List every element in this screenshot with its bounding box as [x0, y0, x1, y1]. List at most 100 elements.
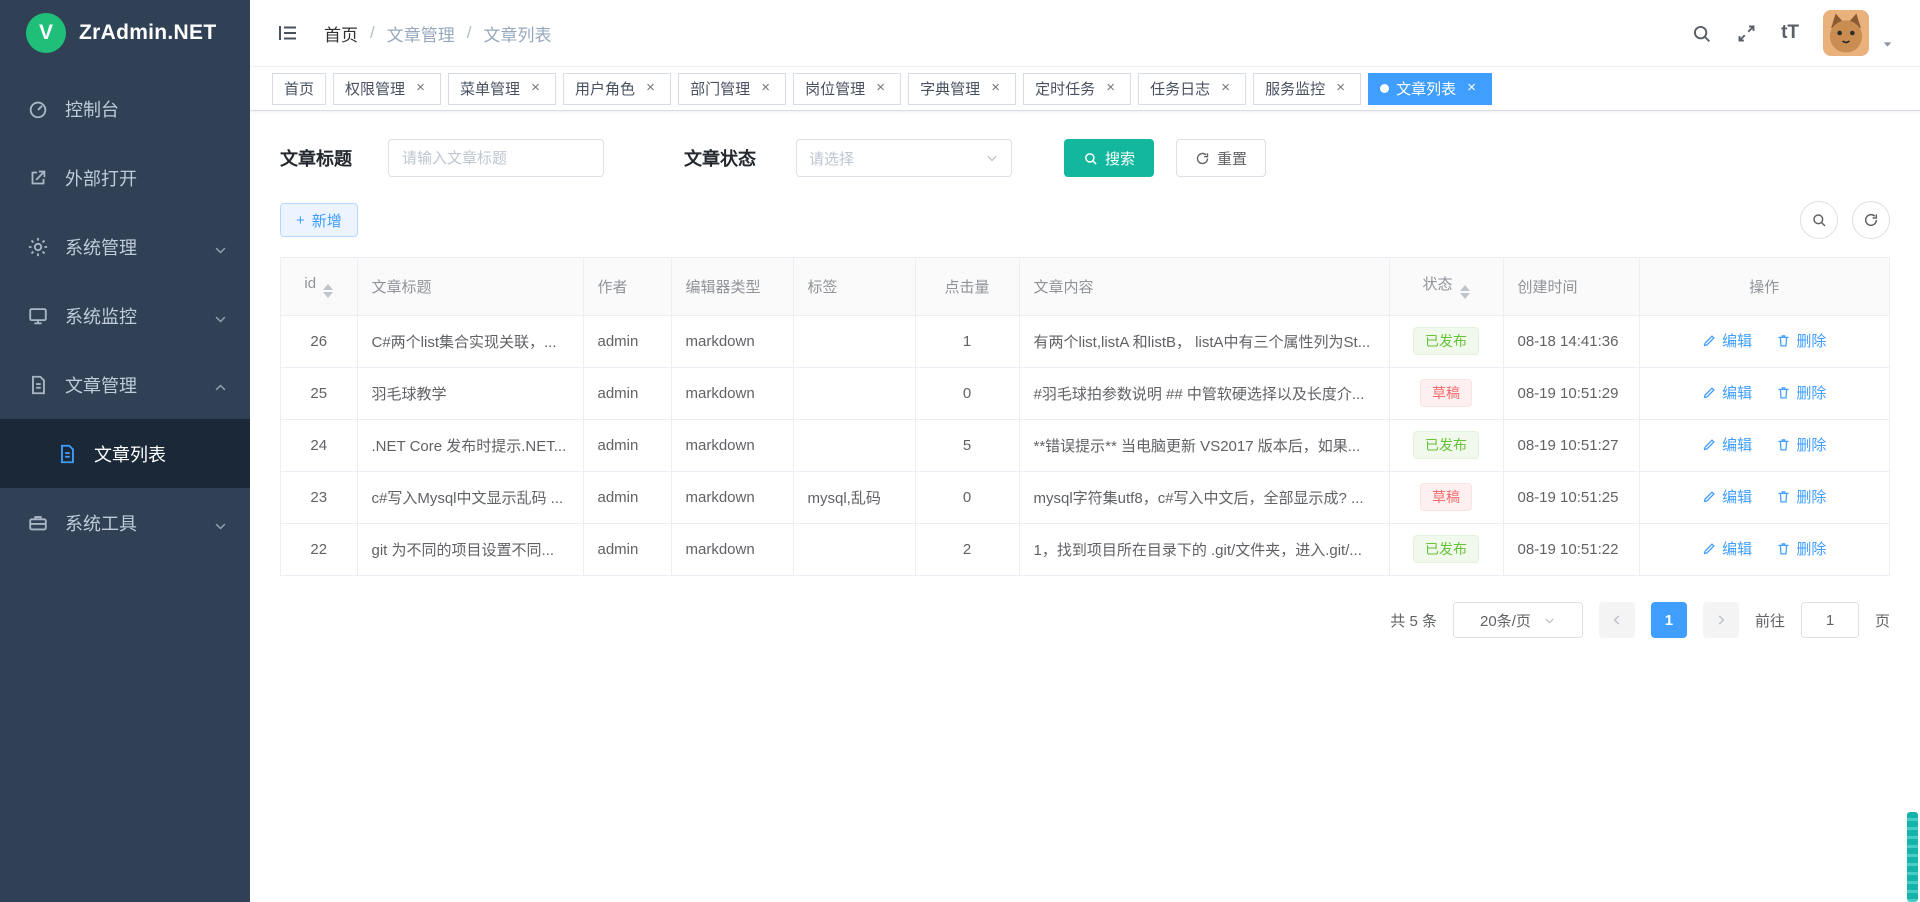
column-label: 操作 — [1749, 279, 1779, 296]
cell-title: .NET Core 发布时提示.NET... — [357, 419, 583, 471]
close-icon[interactable]: × — [757, 80, 774, 97]
close-icon[interactable]: × — [1332, 80, 1349, 97]
sidebar-item-dashboard[interactable]: 控制台 — [0, 74, 250, 143]
cell-title: 羽毛球教学 — [357, 367, 583, 419]
cell-author: admin — [583, 523, 671, 575]
status-badge: 已发布 — [1413, 327, 1479, 355]
scrollbar-thumb[interactable] — [1907, 812, 1918, 902]
cell-id: 23 — [281, 471, 357, 523]
cell-content: 有两个list,listA 和listB， listA中有三个属性列为St... — [1019, 315, 1389, 367]
column-label: 文章标题 — [372, 279, 432, 296]
cell-clicks: 2 — [915, 523, 1019, 575]
close-icon[interactable]: × — [872, 80, 889, 97]
fullscreen-icon[interactable] — [1736, 23, 1757, 44]
edit-button[interactable]: 编辑 — [1702, 434, 1752, 455]
sidebar-collapse-icon[interactable] — [276, 21, 300, 45]
cell-status: 草稿 — [1389, 367, 1503, 419]
search-button[interactable]: 搜索 — [1064, 139, 1154, 177]
page-size-select[interactable]: 20条/页 — [1453, 602, 1583, 638]
delete-button[interactable]: 删除 — [1776, 382, 1826, 403]
cell-id: 22 — [281, 523, 357, 575]
cell-tags — [793, 367, 915, 419]
sort-icon[interactable] — [323, 284, 333, 298]
edit-button[interactable]: 编辑 — [1702, 382, 1752, 403]
delete-button[interactable]: 删除 — [1776, 330, 1826, 351]
column-header-status[interactable]: 状态 — [1389, 258, 1503, 315]
column-label: 状态 — [1422, 276, 1452, 293]
delete-button[interactable]: 删除 — [1776, 486, 1826, 507]
tab-article-list[interactable]: 文章列表 × — [1368, 73, 1492, 105]
breadcrumb-item[interactable]: 文章管理 — [387, 21, 455, 46]
sidebar-item-external[interactable]: 外部打开 — [0, 143, 250, 212]
table-row[interactable]: 22 git 为不同的项目设置不同... admin markdown 2 1，… — [281, 523, 1889, 575]
next-page-button[interactable] — [1703, 602, 1739, 638]
filter-form: 文章标题 文章状态 请选择 搜索 重置 — [250, 111, 1920, 185]
tab-task-log[interactable]: 任务日志 × — [1138, 73, 1246, 105]
tab-dict-mgmt[interactable]: 字典管理 × — [908, 73, 1016, 105]
close-icon[interactable]: × — [1463, 80, 1480, 97]
close-icon[interactable]: × — [987, 80, 1004, 97]
add-button[interactable]: + 新增 — [280, 203, 358, 237]
article-title-label: 文章标题 — [280, 145, 352, 171]
tab-menu-mgmt[interactable]: 菜单管理 × — [448, 73, 556, 105]
close-icon[interactable]: × — [1102, 80, 1119, 97]
close-icon[interactable]: × — [642, 80, 659, 97]
goto-page-input[interactable] — [1801, 602, 1859, 638]
article-title-input[interactable] — [388, 139, 604, 177]
column-label: 编辑器类型 — [686, 279, 761, 296]
column-header-created: 创建时间 — [1503, 258, 1639, 315]
sidebar-item-label: 文章列表 — [94, 441, 166, 467]
edit-button[interactable]: 编辑 — [1702, 538, 1752, 559]
tab-permission-mgmt[interactable]: 权限管理 × — [333, 73, 441, 105]
sidebar-item-system-tools[interactable]: 系统工具 — [0, 488, 250, 557]
chevron-down-icon — [213, 515, 228, 530]
breadcrumb-item[interactable]: 首页 — [324, 21, 358, 46]
cell-title: c#写入Mysql中文显示乱码 ... — [357, 471, 583, 523]
close-icon[interactable]: × — [412, 80, 429, 97]
prev-page-button[interactable] — [1599, 602, 1635, 638]
status-badge: 草稿 — [1420, 483, 1472, 511]
search-toggle-button[interactable] — [1800, 201, 1838, 239]
tab-service-monitor[interactable]: 服务监控 × — [1253, 73, 1361, 105]
table-row[interactable]: 23 c#写入Mysql中文显示乱码 ... admin markdown my… — [281, 471, 1889, 523]
app-title: ZrAdmin.NET — [79, 21, 216, 45]
reset-button[interactable]: 重置 — [1176, 139, 1266, 177]
cell-status: 草稿 — [1389, 471, 1503, 523]
tab-dept-mgmt[interactable]: 部门管理 × — [678, 73, 786, 105]
column-header-title: 文章标题 — [357, 258, 583, 315]
tab-home[interactable]: 首页 — [272, 73, 326, 105]
delete-button[interactable]: 删除 — [1776, 434, 1826, 455]
sidebar-item-system-monitor[interactable]: 系统监控 — [0, 281, 250, 350]
delete-button[interactable]: 删除 — [1776, 538, 1826, 559]
refresh-button[interactable] — [1852, 201, 1890, 239]
pagination: 共 5 条 20条/页 1 前往 页 — [250, 576, 1920, 664]
sidebar-item-system-mgmt[interactable]: 系统管理 — [0, 212, 250, 281]
close-icon[interactable]: × — [1217, 80, 1234, 97]
table-row[interactable]: 26 C#两个list集合实现关联，... admin markdown 1 有… — [281, 315, 1889, 367]
sidebar-item-article-list[interactable]: 文章列表 — [0, 419, 250, 488]
sort-icon[interactable] — [1460, 285, 1470, 299]
caret-down-icon[interactable] — [1881, 38, 1894, 51]
table-row[interactable]: 25 羽毛球教学 admin markdown 0 #羽毛球拍参数说明 ## 中… — [281, 367, 1889, 419]
delete-label: 删除 — [1796, 330, 1826, 351]
plus-icon: + — [296, 212, 305, 229]
cell-clicks: 5 — [915, 419, 1019, 471]
edit-button[interactable]: 编辑 — [1702, 330, 1752, 351]
status-badge: 草稿 — [1420, 379, 1472, 407]
chevron-down-icon — [213, 308, 228, 323]
avatar[interactable] — [1823, 10, 1869, 56]
tab-user-role[interactable]: 用户角色 × — [563, 73, 671, 105]
delete-label: 删除 — [1796, 486, 1826, 507]
tab-cron-task[interactable]: 定时任务 × — [1023, 73, 1131, 105]
sidebar-item-article-mgmt[interactable]: 文章管理 — [0, 350, 250, 419]
page-number-current[interactable]: 1 — [1651, 602, 1687, 638]
article-status-select[interactable]: 请选择 — [796, 139, 1012, 177]
column-header-id[interactable]: id — [281, 258, 357, 315]
font-size-icon[interactable]: tT — [1781, 22, 1799, 44]
table-row[interactable]: 24 .NET Core 发布时提示.NET... admin markdown… — [281, 419, 1889, 471]
search-icon[interactable] — [1691, 23, 1712, 44]
column-header-editor: 编辑器类型 — [671, 258, 793, 315]
tab-post-mgmt[interactable]: 岗位管理 × — [793, 73, 901, 105]
close-icon[interactable]: × — [527, 80, 544, 97]
edit-button[interactable]: 编辑 — [1702, 486, 1752, 507]
